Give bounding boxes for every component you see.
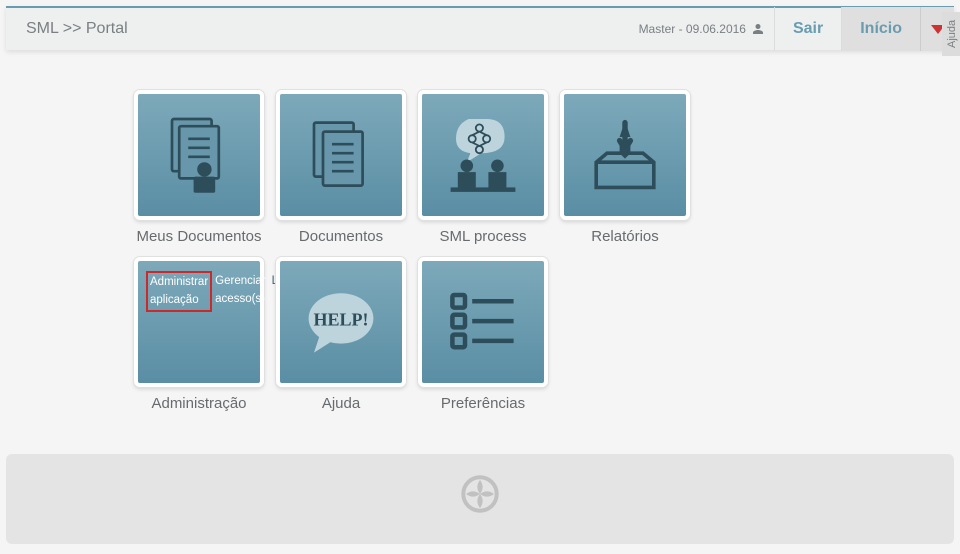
documents-icon [296, 110, 386, 200]
footer-logo-icon [458, 472, 502, 516]
my-documents-icon [154, 110, 244, 200]
tile-relatorios[interactable] [560, 90, 690, 220]
home-button[interactable]: Início [841, 7, 920, 51]
tile-preferencias[interactable] [418, 257, 548, 387]
tile-ajuda[interactable]: HELP! [276, 257, 406, 387]
tile-label: Preferências [441, 395, 525, 412]
tile-meus-documentos[interactable] [134, 90, 264, 220]
logout-button[interactable]: Sair [774, 7, 841, 51]
tile-administracao[interactable]: Administrar aplicação Gerenciar acesso(s… [134, 257, 264, 387]
tile-label: Relatórios [591, 228, 659, 245]
help-side-tab[interactable]: Ajuda [942, 12, 960, 56]
tile-sml-process[interactable] [418, 90, 548, 220]
user-info: Master - 09.06.2016 [639, 22, 774, 36]
process-icon [438, 110, 528, 200]
tile-label: Ajuda [322, 395, 360, 412]
help-icon: HELP! [296, 277, 386, 367]
tile-label: Meus Documentos [136, 228, 261, 245]
user-text: Master - 09.06.2016 [639, 22, 746, 36]
tile-label: Documentos [299, 228, 383, 245]
tile-documentos[interactable] [276, 90, 406, 220]
tile-label: SML process [440, 228, 527, 245]
svg-text:HELP!: HELP! [313, 310, 368, 330]
user-icon [752, 23, 764, 35]
preferences-icon [438, 277, 528, 367]
tile-label: Administração [151, 395, 246, 412]
tile-grid: Meus Documentos Documentos [0, 50, 760, 412]
admin-link-aplicacao[interactable]: Administrar aplicação [146, 271, 212, 312]
reports-icon [580, 110, 670, 200]
footer [6, 454, 954, 544]
topbar: SML >> Portal Master - 09.06.2016 Sair I… [6, 6, 954, 50]
admin-link-acessos[interactable]: Gerenciar acesso(s) [212, 271, 269, 310]
breadcrumb: SML >> Portal [26, 20, 639, 38]
